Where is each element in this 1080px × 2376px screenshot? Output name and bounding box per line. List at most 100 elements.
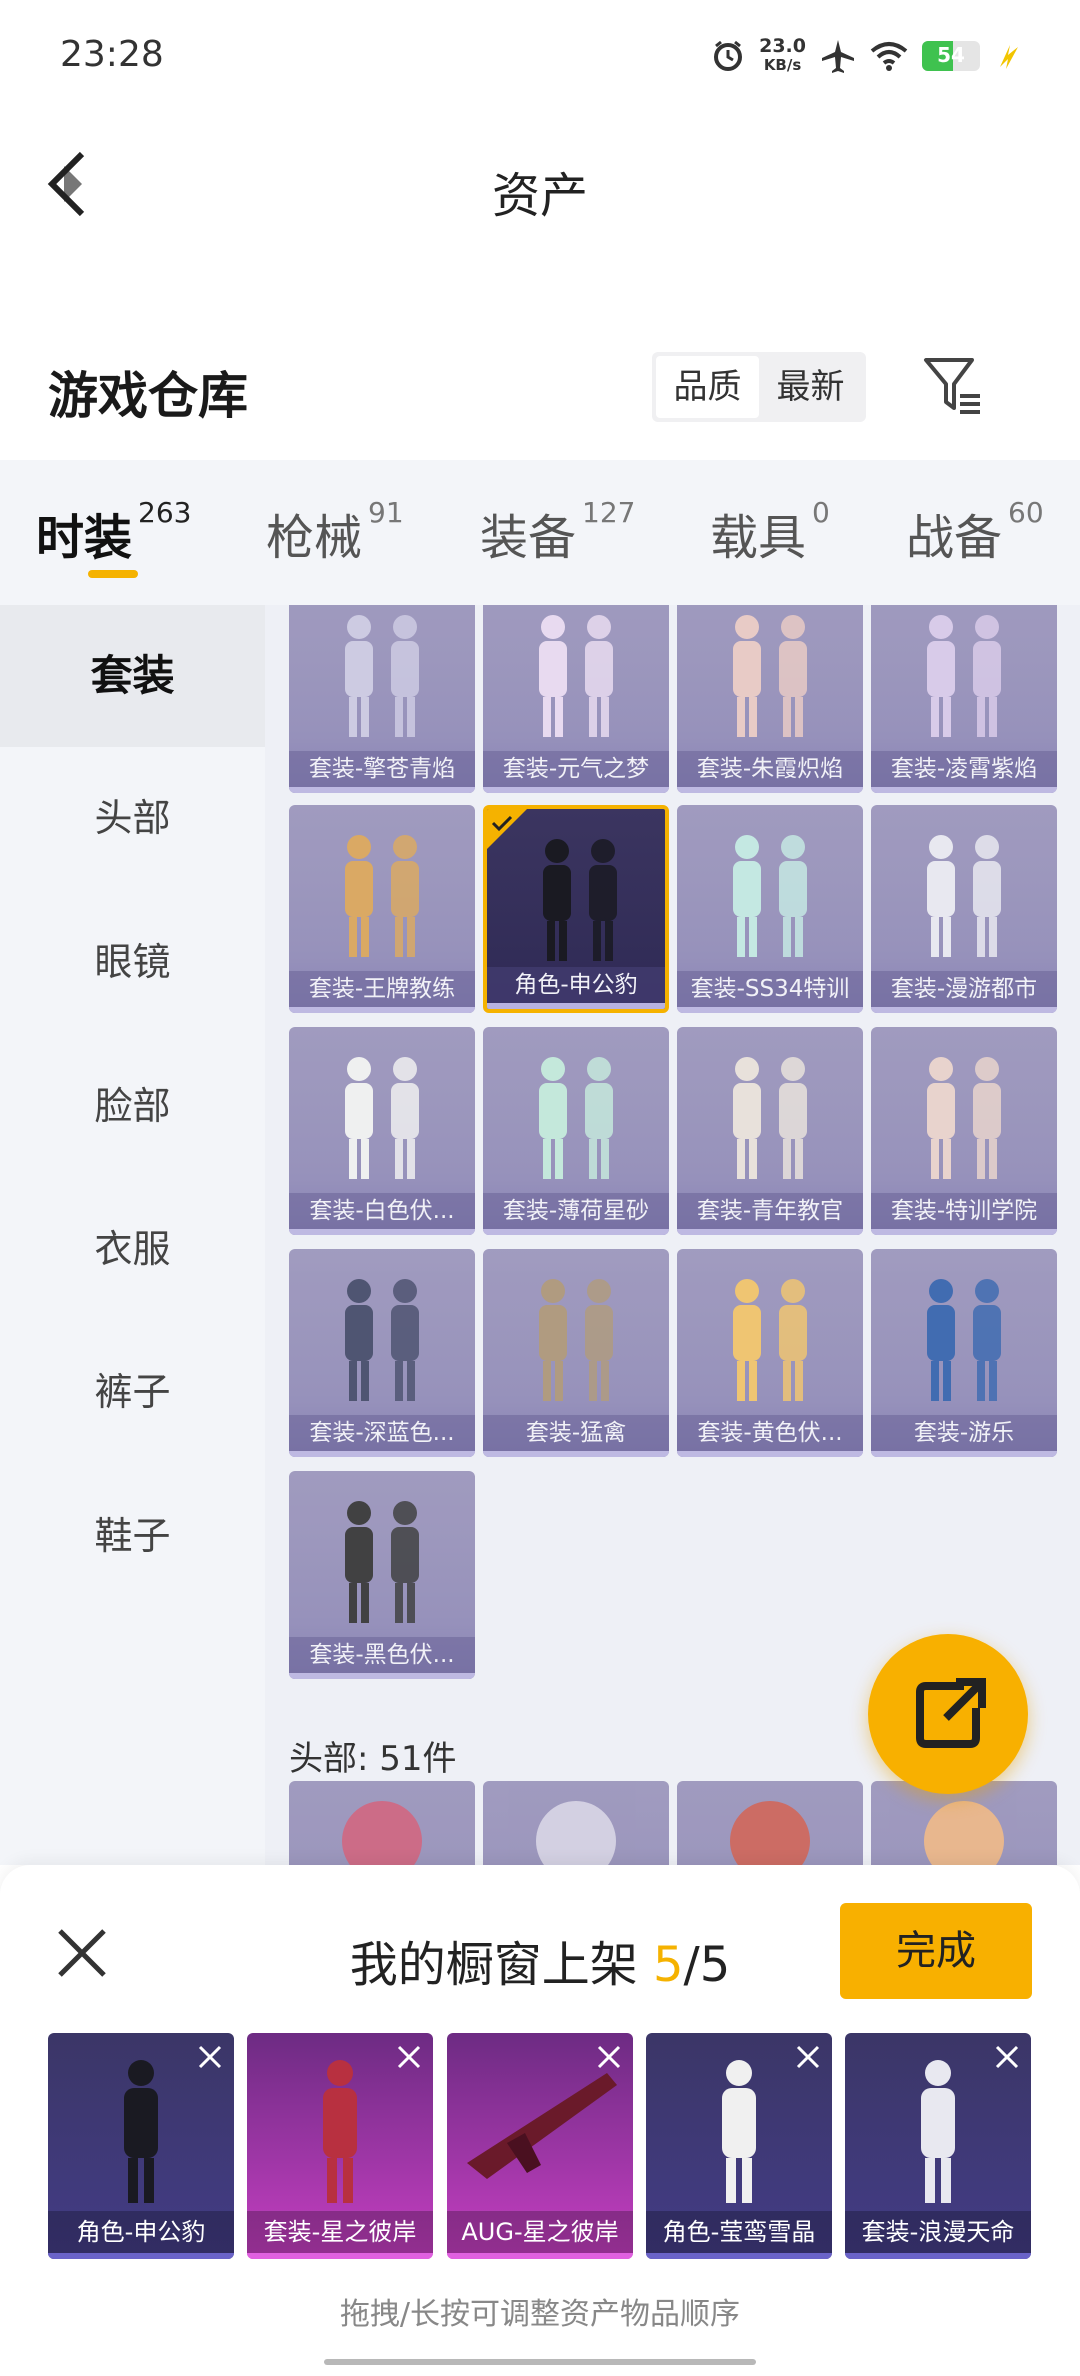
asset-card-label: 套装-王牌教练 [289, 971, 475, 1007]
asset-thumbnail [927, 1057, 1001, 1179]
asset-thumbnail [345, 1057, 419, 1179]
tab-battle-gear[interactable]: 战备 60 [906, 496, 1044, 568]
asset-card[interactable]: 套装-王牌教练 [289, 805, 475, 1013]
asset-card[interactable]: 套装-SS34特训 [677, 805, 863, 1013]
subcategory-sidebar: 套装 头部 眼镜 脸部 衣服 裤子 鞋子 [0, 605, 265, 1865]
asset-card-label: 套装-SS34特训 [677, 971, 863, 1007]
warehouse-bar: 游戏仓库 品质 最新 [0, 330, 1080, 450]
asset-card[interactable]: 套装-青年教官 [677, 1027, 863, 1235]
sidebar-item-pants[interactable]: 裤子 [0, 1321, 265, 1463]
warehouse-title: 游戏仓库 [48, 367, 248, 425]
asset-card-rarity-bar [871, 1229, 1057, 1235]
tab-label: 载具 [710, 510, 807, 566]
asset-card-label: 套装-凌霄紫焰 [871, 751, 1057, 787]
showcase-item[interactable]: 角色-申公豹 [48, 2033, 234, 2259]
asset-thumbnail [345, 615, 419, 737]
showcase-count-max: /5 [683, 1937, 731, 1993]
asset-card-label: 套装-元气之梦 [483, 751, 669, 787]
asset-card-rarity-bar [483, 787, 669, 793]
sidebar-item-shoes[interactable]: 鞋子 [0, 1465, 265, 1607]
asset-card[interactable] [677, 1781, 863, 1865]
remove-icon[interactable] [790, 2039, 826, 2075]
showcase-item[interactable]: AUG-星之彼岸 [447, 2033, 633, 2259]
asset-card[interactable]: 套装-擎苍青焰 [289, 605, 475, 793]
asset-card-rarity-bar [483, 1229, 669, 1235]
showcase-item-label: 角色-莹鸾雪晶 [646, 2211, 832, 2253]
asset-card[interactable] [483, 1781, 669, 1865]
app-header: 资产 [0, 110, 1080, 260]
battery-level: 54 [937, 43, 965, 67]
sort-option-quality[interactable]: 品质 [656, 356, 759, 418]
showcase-item-rarity-bar [247, 2253, 433, 2259]
asset-thumbnail [927, 615, 1001, 737]
asset-card[interactable]: 套装-朱霞炽焰 [677, 605, 863, 793]
showcase-item-label: AUG-星之彼岸 [447, 2211, 633, 2253]
showcase-item-rarity-bar [646, 2253, 832, 2259]
tab-fashion[interactable]: 时装 263 [36, 496, 192, 568]
tab-label: 时装 [36, 510, 133, 566]
asset-card-label: 套装-特训学院 [871, 1193, 1057, 1229]
asset-card-rarity-bar [871, 1451, 1057, 1457]
showcase-item-rarity-bar [845, 2253, 1031, 2259]
asset-card-rarity-bar [677, 787, 863, 793]
share-button[interactable] [868, 1634, 1028, 1794]
showcase-item-label: 套装-浪漫天命 [845, 2211, 1031, 2253]
asset-card-rarity-bar [289, 787, 475, 793]
remove-icon[interactable] [192, 2039, 228, 2075]
sidebar-item-glasses[interactable]: 眼镜 [0, 891, 265, 1033]
asset-card-rarity-bar [483, 1451, 669, 1457]
sidebar-item-clothes[interactable]: 衣服 [0, 1178, 265, 1320]
asset-card-label: 套装-黑色伏... [289, 1637, 475, 1673]
remove-icon[interactable] [989, 2039, 1025, 2075]
asset-card-rarity-bar [289, 1673, 475, 1679]
asset-card[interactable]: 套装-漫游都市 [871, 805, 1057, 1013]
sidebar-item-head[interactable]: 头部 [0, 747, 265, 889]
tab-equipment[interactable]: 装备 127 [480, 496, 635, 568]
asset-card[interactable]: 套装-黑色伏... [289, 1471, 475, 1679]
tab-vehicles[interactable]: 载具 0 [710, 496, 830, 568]
home-indicator[interactable] [324, 2359, 756, 2365]
asset-card[interactable]: 套装-特训学院 [871, 1027, 1057, 1235]
done-button[interactable]: 完成 [840, 1903, 1032, 1999]
asset-card[interactable]: 套装-猛禽 [483, 1249, 669, 1457]
asset-thumbnail [733, 615, 807, 737]
showcase-item[interactable]: 角色-莹鸾雪晶 [646, 2033, 832, 2259]
asset-card-label: 套装-漫游都市 [871, 971, 1057, 1007]
asset-thumbnail [730, 1801, 810, 1865]
asset-card[interactable]: 套装-元气之梦 [483, 605, 669, 793]
reorder-hint: 拖拽/长按可调整资产物品顺序 [339, 2297, 741, 2332]
showcase-item[interactable]: 套装-浪漫天命 [845, 2033, 1031, 2259]
wifi-icon [870, 42, 908, 71]
tab-count: 263 [138, 496, 192, 529]
asset-card[interactable] [289, 1781, 475, 1865]
asset-card-label: 套装-游乐 [871, 1415, 1057, 1451]
asset-card-label: 套装-朱霞炽焰 [677, 751, 863, 787]
filter-icon[interactable] [922, 354, 988, 420]
showcase-title-prefix: 我的橱窗上架 [349, 1937, 653, 1993]
airplane-icon [822, 40, 854, 73]
category-tabs: 时装 263 枪械 91 装备 127 载具 0 战备 60 [0, 460, 1080, 605]
asset-card[interactable]: 套装-白色伏... [289, 1027, 475, 1235]
sidebar-item-suits[interactable]: 套装 [0, 605, 265, 747]
asset-card[interactable]: 套装-游乐 [871, 1249, 1057, 1457]
tab-count: 0 [812, 496, 830, 529]
sidebar-item-face[interactable]: 脸部 [0, 1035, 265, 1177]
showcase-item[interactable]: 套装-星之彼岸 [247, 2033, 433, 2259]
page-title: 资产 [491, 168, 588, 224]
asset-card-selected[interactable]: 角色-申公豹 [483, 805, 669, 1013]
asset-card-rarity-bar [289, 1451, 475, 1457]
remove-icon[interactable] [591, 2039, 627, 2075]
tab-label: 枪械 [266, 510, 363, 566]
asset-card-label: 套装-黄色伏... [677, 1415, 863, 1451]
asset-card[interactable]: 套装-深蓝色... [289, 1249, 475, 1457]
sort-option-latest[interactable]: 最新 [759, 356, 862, 418]
asset-card[interactable]: 套装-凌霄紫焰 [871, 605, 1057, 793]
tab-label: 装备 [480, 510, 577, 566]
asset-card[interactable]: 套装-黄色伏... [677, 1249, 863, 1457]
tab-guns[interactable]: 枪械 91 [266, 496, 404, 568]
asset-thumbnail [927, 1279, 1001, 1401]
asset-card[interactable]: 套装-薄荷星砂 [483, 1027, 669, 1235]
remove-icon[interactable] [391, 2039, 427, 2075]
alarm-icon [714, 40, 743, 71]
share-icon [916, 1678, 986, 1748]
